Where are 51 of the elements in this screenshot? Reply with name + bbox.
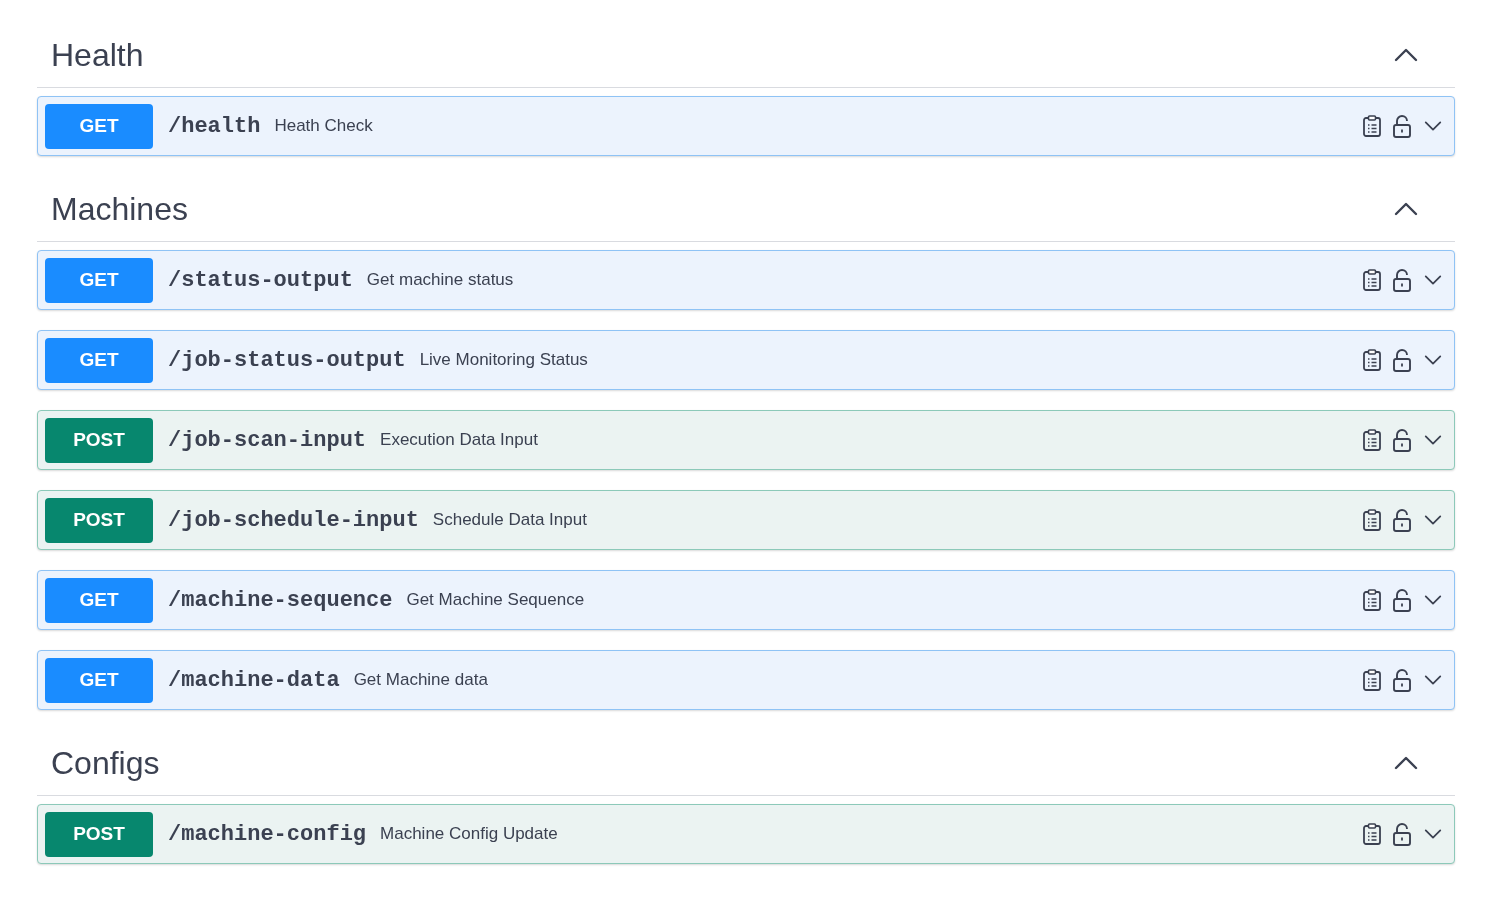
endpoint-path: /job-status-output (168, 346, 406, 375)
endpoint-summary: Get Machine Sequence (406, 589, 585, 612)
method-badge: GET (45, 657, 153, 703)
clipboard-icon[interactable] (1362, 428, 1382, 452)
endpoint-path: /machine-sequence (168, 586, 393, 615)
clipboard-icon[interactable] (1362, 822, 1382, 846)
endpoint-path: /job-scan-input (168, 426, 367, 455)
operation-row[interactable]: GET /job-status-output Live Monitoring Status (37, 330, 1455, 390)
method-badge: GET (45, 337, 153, 383)
endpoint-path: /machine-config (168, 820, 367, 849)
method-badge: GET (45, 577, 153, 623)
endpoint-summary: Heath Check (274, 115, 373, 138)
unlocked-padlock-icon[interactable] (1392, 114, 1412, 138)
unlocked-padlock-icon[interactable] (1392, 588, 1412, 612)
unlocked-padlock-icon[interactable] (1392, 348, 1412, 372)
unlocked-padlock-icon[interactable] (1392, 428, 1412, 452)
unlocked-padlock-icon[interactable] (1392, 668, 1412, 692)
clipboard-icon[interactable] (1362, 348, 1382, 372)
endpoint-path: /status-output (168, 266, 353, 295)
operation-row[interactable]: GET /health Heath Check (37, 96, 1455, 156)
method-badge: POST (45, 417, 153, 463)
operation-row[interactable]: POST /job-schedule-input Schedule Data Input (37, 490, 1455, 550)
endpoint-path: /job-schedule-input (168, 506, 419, 535)
operation-row[interactable]: GET /machine-data Get Machine data (37, 650, 1455, 710)
clipboard-icon[interactable] (1362, 268, 1382, 292)
unlocked-padlock-icon[interactable] (1392, 268, 1412, 292)
endpoint-summary: Live Monitoring Status (419, 349, 588, 372)
section-title: Machines (51, 189, 188, 229)
unlocked-padlock-icon[interactable] (1392, 508, 1412, 532)
clipboard-icon[interactable] (1362, 508, 1382, 532)
clipboard-icon[interactable] (1362, 114, 1382, 138)
endpoint-summary: Get Machine data (353, 669, 488, 692)
operation-row[interactable]: GET /status-output Get machine status (37, 250, 1455, 310)
endpoint-summary: Schedule Data Input (432, 509, 587, 532)
clipboard-icon[interactable] (1362, 588, 1382, 612)
endpoint-summary: Machine Config Update (380, 823, 558, 846)
section-title: Health (51, 35, 144, 75)
method-badge: GET (45, 103, 153, 149)
operation-row[interactable]: POST /machine-config Machine Config Update (37, 804, 1455, 864)
method-badge: POST (45, 811, 153, 857)
method-badge: GET (45, 257, 153, 303)
endpoint-summary: Execution Data Input (380, 429, 538, 452)
operation-row[interactable]: GET /machine-sequence Get Machine Sequence (37, 570, 1455, 630)
operation-row[interactable]: POST /job-scan-input Execution Data Input (37, 410, 1455, 470)
endpoint-path: /health (168, 112, 261, 141)
method-badge: POST (45, 497, 153, 543)
clipboard-icon[interactable] (1362, 668, 1382, 692)
endpoint-summary: Get machine status (366, 269, 514, 292)
section-title: Configs (51, 743, 160, 783)
unlocked-padlock-icon[interactable] (1392, 822, 1412, 846)
endpoint-path: /machine-data (168, 666, 340, 695)
